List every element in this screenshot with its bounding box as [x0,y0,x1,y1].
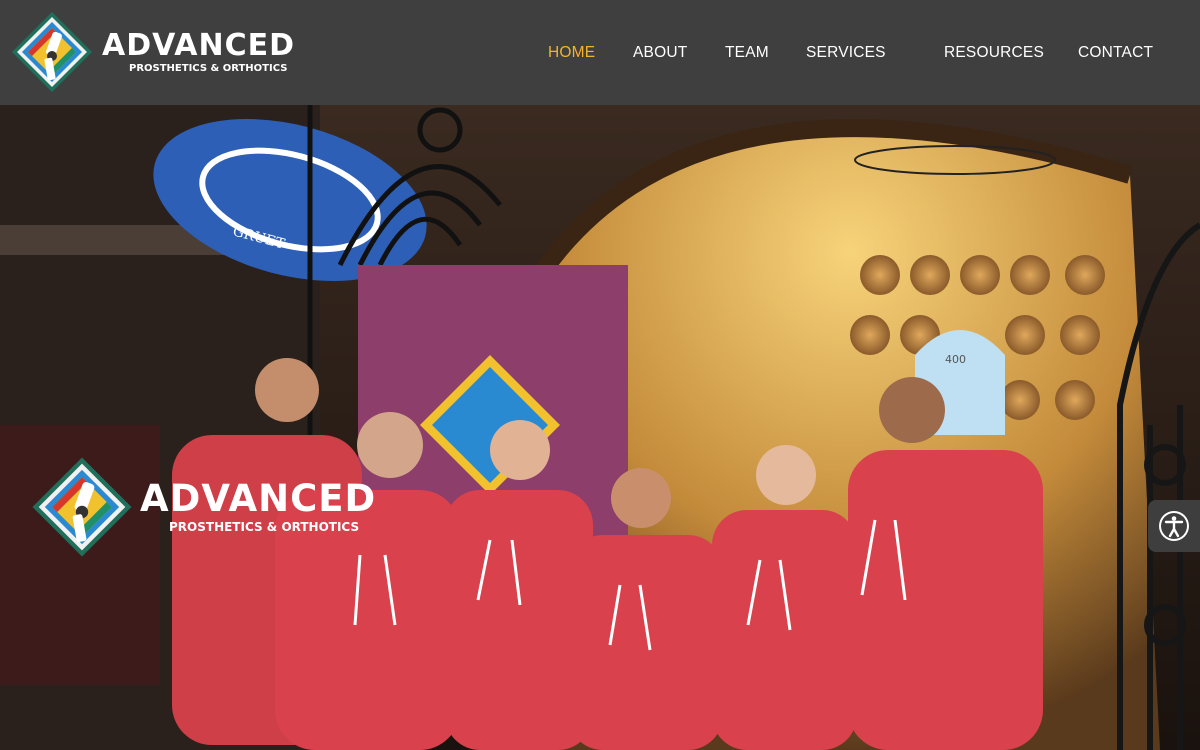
nav-about[interactable]: ABOUT [633,44,687,62]
hero-photo: GRUET 400 [0,105,1200,750]
accessibility-icon [1159,511,1189,541]
main-nav: HOME ABOUT TEAM SERVICES RESOURCES CONTA… [0,0,1200,105]
hero-section: GRUET 400 ADVANCED PROSTHETICS & ORTHOTI… [0,105,1200,750]
nav-resources[interactable]: RESOURCES [944,44,1044,62]
sign-number: 400 [945,353,966,366]
nav-team[interactable]: TEAM [725,44,769,62]
nav-home[interactable]: HOME [548,44,595,62]
hero-logo: ADVANCED PROSTHETICS & ORTHOTICS [30,455,376,559]
hero-brand-tagline: PROSTHETICS & ORTHOTICS [169,520,360,534]
site-header: ADVANCED PROSTHETICS & ORTHOTICS HOME AB… [0,0,1200,105]
nav-contact[interactable]: CONTACT [1078,44,1153,62]
nav-services[interactable]: SERVICES [806,44,886,62]
accessibility-button[interactable] [1148,500,1200,552]
hero-logo-diamond-icon [32,457,132,557]
hero-brand-name: ADVANCED [140,477,377,520]
